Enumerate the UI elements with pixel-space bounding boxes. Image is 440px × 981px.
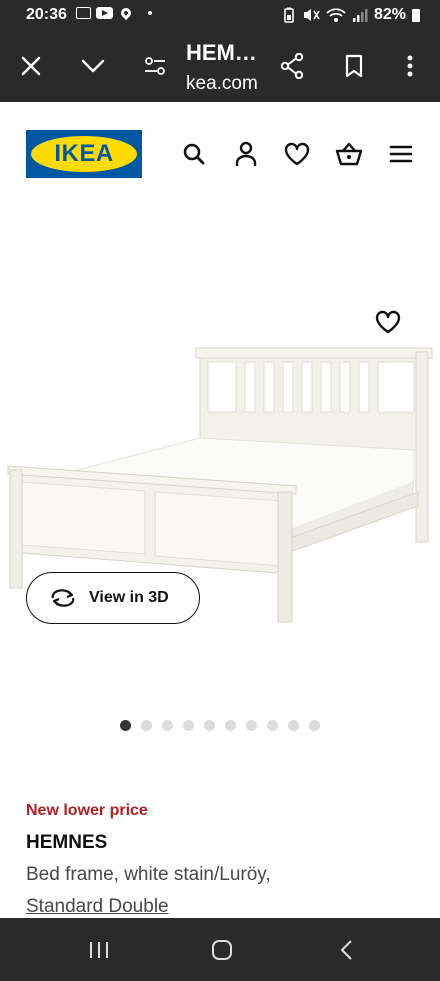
bookmark-icon <box>345 54 363 78</box>
add-to-wishlist-button[interactable] <box>370 304 406 340</box>
product-name: HEMNES <box>26 832 108 853</box>
bookmark-button[interactable] <box>336 48 372 84</box>
back-icon <box>341 940 352 960</box>
page-settings-button[interactable] <box>137 48 173 84</box>
carousel-dot[interactable] <box>309 720 320 731</box>
carousel-dot[interactable] <box>288 720 299 731</box>
product-size-link[interactable]: Standard Double <box>26 896 169 918</box>
carousel-dot[interactable] <box>183 720 194 731</box>
rotate-3d-icon <box>51 589 75 607</box>
page-url[interactable]: kea.com <box>186 73 258 95</box>
site-header: IKEA <box>0 102 440 212</box>
product-description: Bed frame, white stain/Luröy, <box>26 864 271 885</box>
battery-percent: 82% <box>373 6 406 23</box>
youtube-icon <box>96 7 113 19</box>
logo-oval: IKEA <box>31 136 137 172</box>
carousel-dot[interactable] <box>204 720 215 731</box>
share-button[interactable] <box>274 48 310 84</box>
home-icon <box>212 940 232 960</box>
carousel-dot[interactable] <box>141 720 152 731</box>
signal-icon <box>352 9 368 22</box>
minimize-button[interactable] <box>75 48 111 84</box>
basket-button[interactable] <box>333 138 365 170</box>
wishlist-button[interactable] <box>281 138 313 170</box>
more-vertical-icon <box>407 55 413 77</box>
heart-icon <box>375 310 401 334</box>
carousel-dot[interactable] <box>162 720 173 731</box>
carousel-dot[interactable] <box>225 720 236 731</box>
more-notifications-icon <box>148 11 152 15</box>
account-button[interactable] <box>230 138 262 170</box>
system-navigation-bar <box>0 918 440 981</box>
battery-saver-icon <box>284 7 294 23</box>
page-settings-icon <box>145 57 165 75</box>
product-image-gallery[interactable]: View in 3D <box>0 212 440 712</box>
heart-icon <box>284 142 310 166</box>
system-icons: 82% <box>282 6 420 24</box>
view-in-3d-button[interactable]: View in 3D <box>26 572 200 624</box>
page-title: HEM… <box>186 40 257 65</box>
close-tab-button[interactable] <box>13 48 49 84</box>
status-time: 20:36 <box>26 6 67 23</box>
search-button[interactable] <box>178 138 210 170</box>
account-icon <box>235 141 257 166</box>
close-icon <box>21 56 41 76</box>
carousel-indicator[interactable] <box>120 720 320 731</box>
view-in-3d-label: View in 3D <box>89 589 169 606</box>
share-icon <box>280 53 304 79</box>
notification-icons <box>76 5 152 21</box>
battery-icon <box>412 8 420 22</box>
carousel-dot[interactable] <box>267 720 278 731</box>
recent-apps-button[interactable] <box>81 932 117 968</box>
ikea-logo[interactable]: IKEA <box>26 130 142 178</box>
logo-text: IKEA <box>54 140 114 167</box>
chevron-down-icon <box>81 59 105 73</box>
home-button[interactable] <box>204 932 240 968</box>
basket-icon <box>335 142 363 166</box>
location-icon <box>118 5 134 21</box>
more-options-button[interactable] <box>392 48 428 84</box>
app-notification-icon <box>76 7 91 19</box>
carousel-dot[interactable] <box>246 720 257 731</box>
browser-toolbar: HEM… kea.com <box>0 30 440 102</box>
search-icon <box>183 143 205 165</box>
menu-icon <box>389 145 413 163</box>
back-button[interactable] <box>328 932 364 968</box>
status-bar: 20:36 82% <box>0 0 440 30</box>
menu-button[interactable] <box>385 138 417 170</box>
mute-icon <box>303 9 320 21</box>
carousel-dot[interactable] <box>120 720 131 731</box>
recent-apps-icon <box>90 942 108 958</box>
wifi-icon <box>326 8 346 22</box>
price-tag: New lower price <box>26 802 148 819</box>
